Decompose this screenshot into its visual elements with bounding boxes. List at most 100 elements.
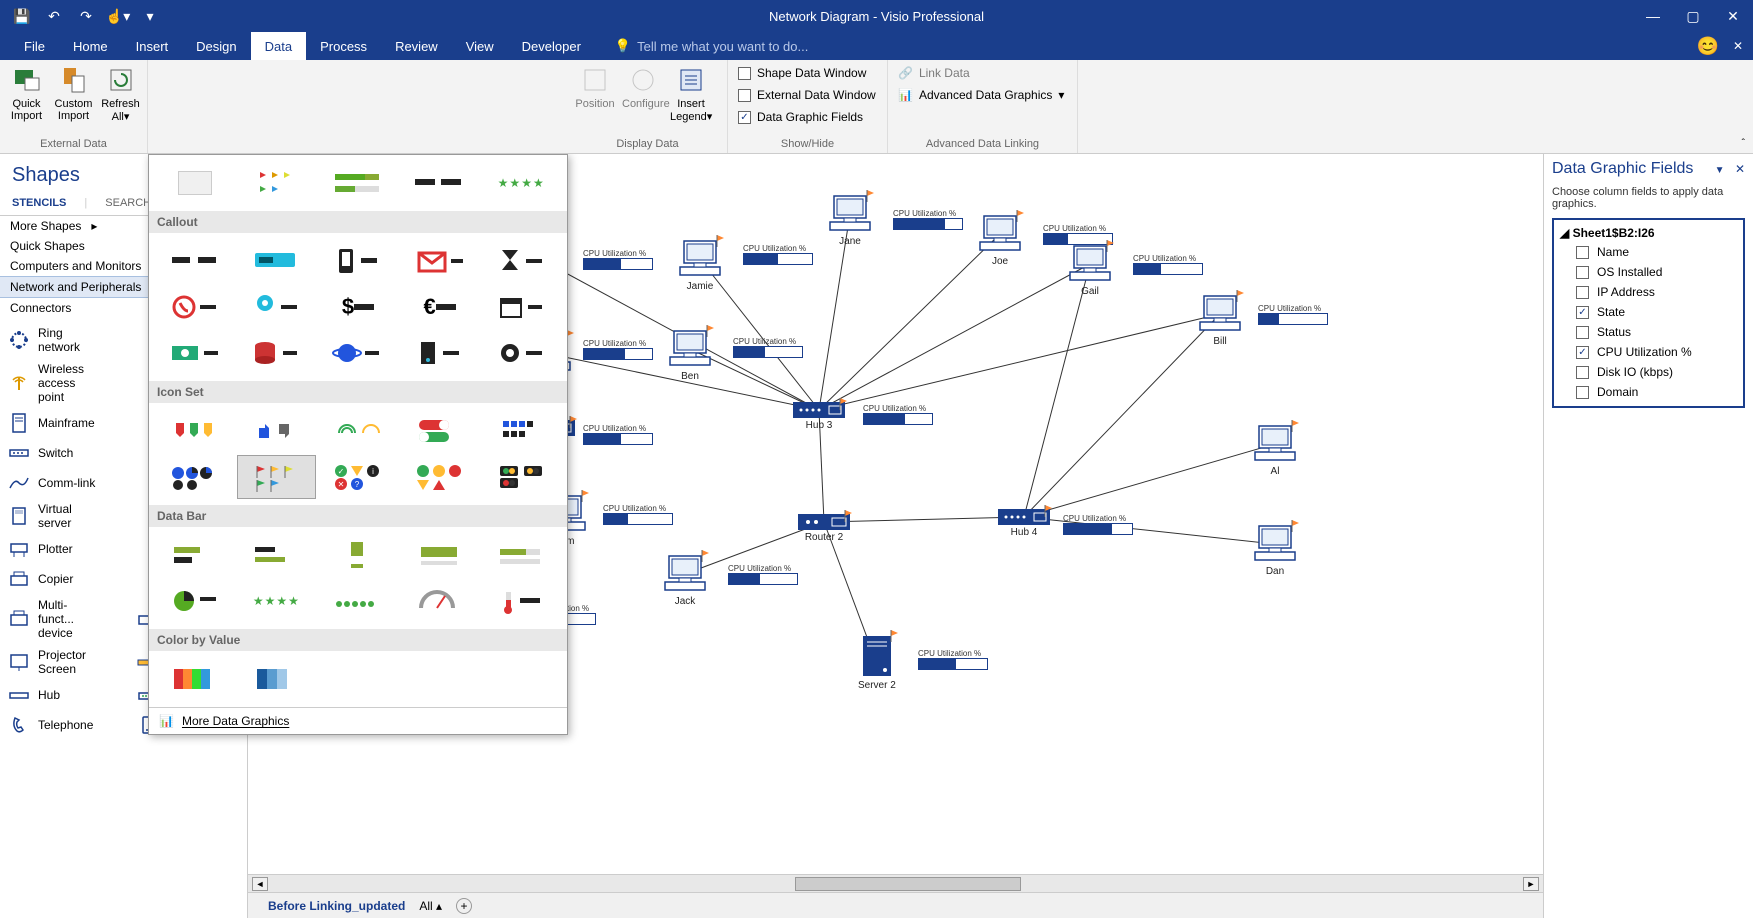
shape-item[interactable]: Plotter [6,534,104,564]
shape-item[interactable]: Ring network [6,322,104,358]
dg-callout-money[interactable] [155,331,235,375]
checkbox[interactable] [1576,266,1589,279]
dg-callout-planet[interactable] [318,331,398,375]
dg-icon-thumbs[interactable] [237,409,317,453]
dg-field-row[interactable]: Domain [1554,382,1743,402]
more-data-graphics-button[interactable]: 📊 More Data Graphics [149,707,567,734]
dg-callout-phone[interactable] [318,239,398,283]
tab-process[interactable]: Process [306,32,381,60]
tab-review[interactable]: Review [381,32,452,60]
shape-item[interactable]: Mainframe [6,408,104,438]
scroll-left-button[interactable]: ◄ [252,877,268,891]
dg-icon-wifi[interactable] [318,409,398,453]
add-page-button[interactable]: + [456,898,472,914]
dg-panel-close-button[interactable]: ✕ [1735,162,1745,176]
diagram-node[interactable]: Jack [663,554,707,607]
dg-icon-flags-sel[interactable] [237,455,317,499]
dg-field-row[interactable]: Status [1554,322,1743,342]
shape-item[interactable]: Switch [6,438,104,468]
shape-item[interactable]: Multi-funct... device [6,594,104,644]
dg-flags-1[interactable] [237,161,317,205]
scroll-thumb[interactable] [795,877,1021,891]
dg-bar-6[interactable] [155,579,235,623]
custom-import-button[interactable]: Custom Import [51,62,96,124]
quick-import-button[interactable]: Quick Import [4,62,49,124]
qat-more-button[interactable]: ▾ [136,4,164,28]
undo-button[interactable]: ↶ [40,4,68,28]
shape-data-window-toggle[interactable]: Shape Data Window [732,62,872,84]
dg-field-row[interactable]: IP Address [1554,282,1743,302]
diagram-node[interactable]: Jamie [678,239,722,292]
shape-item[interactable]: Projector Screen [6,644,104,680]
save-button[interactable]: 💾 [8,4,36,28]
checkbox[interactable] [1576,286,1589,299]
shape-item[interactable]: Virtual server [6,498,104,534]
minimize-button[interactable]: — [1633,0,1673,32]
dg-icon-shields[interactable] [155,409,235,453]
shape-item[interactable]: Comm-link [6,468,104,498]
all-tabs-button[interactable]: All ▴ [419,899,442,913]
dg-bar-7[interactable]: ★★★★ [237,579,317,623]
dg-field-row[interactable]: Name [1554,242,1743,262]
dg-bar-2[interactable] [237,533,317,577]
dg-bar-3[interactable] [318,533,398,577]
stencils-tab[interactable]: STENCILS [12,197,66,209]
search-tab[interactable]: SEARCH [105,197,151,209]
tab-data[interactable]: Data [251,32,306,60]
checkbox[interactable] [1576,346,1589,359]
dg-icon-status[interactable]: ✓i✕? [318,455,398,499]
sheet-tab[interactable]: Before Linking_updated [268,899,405,913]
tab-file[interactable]: File [10,32,59,60]
touch-mode-button[interactable]: ☝▾ [104,4,132,28]
dg-field-row[interactable]: CPU Utilization % [1554,342,1743,362]
checkbox[interactable] [1576,386,1589,399]
dg-bar-1[interactable] [155,533,235,577]
dg-callout-pin[interactable] [237,285,317,329]
tab-view[interactable]: View [452,32,508,60]
dg-sheet-name[interactable]: ◢ Sheet1$B2:I26 [1554,224,1743,242]
dg-bar-9[interactable] [400,579,480,623]
dg-icon-traffic[interactable] [481,455,561,499]
dg-callout-mail[interactable] [400,239,480,283]
insert-legend-button[interactable]: Insert Legend▾ [668,62,714,125]
dg-color-1[interactable] [155,657,235,701]
dg-icon-pies[interactable] [155,455,235,499]
maximize-button[interactable]: ▢ [1673,0,1713,32]
checkbox[interactable] [1576,246,1589,259]
checkbox[interactable] [1576,326,1589,339]
diagram-node[interactable]: Gail [1068,244,1112,297]
dg-none[interactable] [155,161,235,205]
dg-callout-text[interactable] [155,239,235,283]
scroll-right-button[interactable]: ► [1523,877,1539,891]
dg-callout-dollar[interactable]: $ [318,285,398,329]
tab-insert[interactable]: Insert [122,32,183,60]
shape-item[interactable]: Telephone [6,710,104,740]
dg-label-1[interactable] [400,161,480,205]
dg-color-2[interactable] [237,657,317,701]
dg-callout-calendar[interactable] [481,285,561,329]
refresh-all-button[interactable]: Refresh All▾ [98,62,143,125]
dg-bar-8[interactable] [318,579,398,623]
tab-design[interactable]: Design [182,32,250,60]
dg-callout-bubble[interactable] [237,239,317,283]
dg-callout-hourglass[interactable] [481,239,561,283]
close-button[interactable]: ✕ [1713,0,1753,32]
diagram-node[interactable]: Ben [668,329,712,382]
diagram-node[interactable]: Router 2 [798,514,850,543]
dg-progress-1[interactable] [318,161,398,205]
diagram-node[interactable]: Bill [1198,294,1242,347]
dg-stars[interactable]: ★★★★ [481,161,561,205]
external-data-window-toggle[interactable]: External Data Window [732,84,882,106]
feedback-smiley-icon[interactable]: 😊 [1697,36,1719,57]
dg-callout-euro[interactable]: € [400,285,480,329]
diagram-node[interactable]: Jane [828,194,872,247]
dg-field-row[interactable]: OS Installed [1554,262,1743,282]
ribbon-close-button[interactable]: ✕ [1733,39,1743,53]
tab-home[interactable]: Home [59,32,122,60]
dg-bar-5[interactable] [481,533,561,577]
dg-callout-db[interactable] [237,331,317,375]
dg-bar-10[interactable] [481,579,561,623]
redo-button[interactable]: ↷ [72,4,100,28]
dg-panel-menu-button[interactable]: ▼ [1715,165,1725,176]
diagram-node[interactable]: Server 2 [858,634,896,691]
